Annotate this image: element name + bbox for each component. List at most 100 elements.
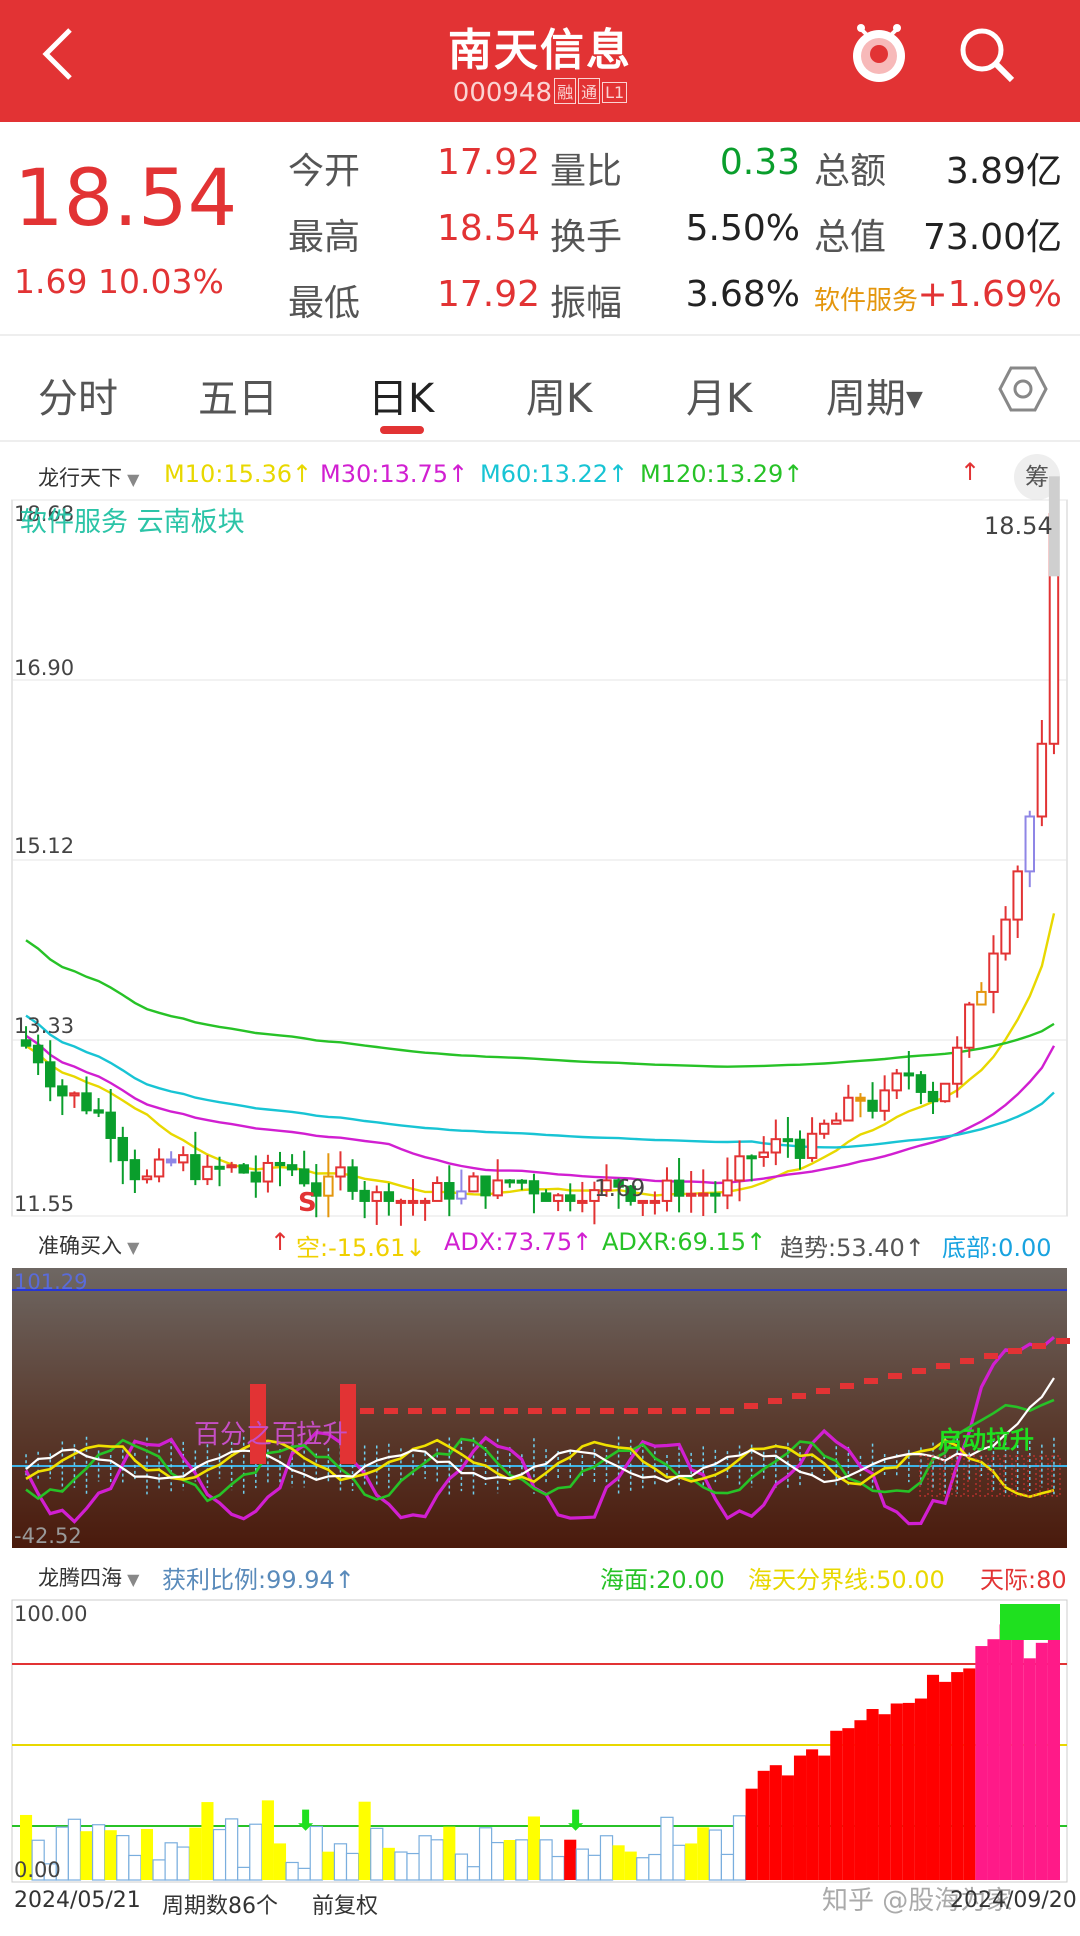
main-indicator-name: 龙行天下 bbox=[38, 466, 122, 490]
candle-body bbox=[165, 1158, 177, 1164]
sub2-bar bbox=[67, 1818, 82, 1881]
sub2-bar bbox=[309, 1825, 323, 1881]
sub2-bar bbox=[297, 1867, 311, 1881]
candle-body bbox=[976, 990, 987, 1006]
tag-tong: 通 bbox=[578, 78, 601, 104]
search-icon[interactable] bbox=[956, 24, 1016, 84]
candle-body bbox=[347, 1166, 358, 1192]
candle-body bbox=[32, 1044, 44, 1064]
sub2-bar bbox=[224, 1818, 239, 1881]
board-label: 软件服务 云南板块 bbox=[20, 507, 245, 538]
candle-body bbox=[214, 1165, 225, 1170]
sub2-bar bbox=[914, 1698, 927, 1880]
candle-body bbox=[238, 1164, 249, 1174]
candle-body bbox=[456, 1190, 467, 1200]
caret-down-icon: ▼ bbox=[122, 470, 140, 489]
sub2-profit-ratio: 获利比例:99.94↑ bbox=[162, 1566, 355, 1594]
ma60-label: M60:13.22↑ bbox=[480, 460, 629, 488]
value-amplitude: 3.68% bbox=[685, 274, 800, 315]
sub1-red-mark bbox=[408, 1408, 422, 1414]
candle-body bbox=[734, 1155, 745, 1182]
tab-period-dropdown[interactable]: 周期▼ bbox=[826, 366, 923, 424]
value-volume-ratio: 0.33 bbox=[719, 142, 800, 183]
sub2-bar bbox=[503, 1840, 516, 1880]
ma120-label: M120:13.29↑ bbox=[640, 460, 804, 488]
sub1-red-mark bbox=[552, 1408, 566, 1414]
down-arrow-icon: ⬇ bbox=[294, 1804, 317, 1837]
label-high: 最高 bbox=[288, 217, 361, 258]
sub1-red-mark bbox=[816, 1388, 830, 1394]
sub2-bar bbox=[430, 1839, 444, 1881]
candle-body bbox=[698, 1192, 709, 1197]
change-percent: 10.03% bbox=[97, 262, 224, 301]
sub1-annotation: 拉升 bbox=[296, 1420, 349, 1450]
candle-body bbox=[746, 1155, 757, 1160]
label-turnover-rate: 换手 bbox=[550, 217, 623, 258]
sub1-red-mark bbox=[600, 1408, 614, 1414]
adjust-mode[interactable]: 前复权 bbox=[312, 1888, 378, 1920]
candle-body bbox=[540, 1192, 552, 1202]
sector-link[interactable]: 软件服务 bbox=[814, 280, 918, 317]
candle-body bbox=[129, 1159, 141, 1181]
sub1-red-mark bbox=[1015, 1455, 1025, 1497]
caret-down-icon: ▼ bbox=[122, 1238, 140, 1257]
sub2-bar bbox=[116, 1834, 130, 1881]
tab-period-label: 周期 bbox=[826, 376, 906, 422]
candle-body bbox=[685, 1192, 697, 1197]
tab-five-day[interactable]: 五日 bbox=[198, 366, 278, 424]
sub2-boundary-line: 海天分界线:50.00 bbox=[748, 1566, 945, 1594]
candle-body bbox=[298, 1168, 310, 1185]
candle-body bbox=[226, 1164, 237, 1169]
sub2-y-bottom: 0.00 bbox=[14, 1858, 61, 1882]
sector-change: +1.69% bbox=[917, 274, 1062, 315]
tab-monthly-k[interactable]: 月K bbox=[686, 366, 752, 424]
sub2-sea-level: 海面:20.00 bbox=[600, 1566, 725, 1594]
sub2-bar bbox=[975, 1646, 988, 1880]
tab-weekly-k[interactable]: 周K bbox=[526, 366, 592, 424]
sub2-bar bbox=[902, 1702, 915, 1880]
candle-body bbox=[262, 1161, 274, 1183]
main-indicator-selector[interactable]: 龙行天下 ▼ bbox=[38, 462, 139, 492]
sub1-red-mark bbox=[1051, 1455, 1061, 1497]
sub2-bar bbox=[515, 1839, 529, 1881]
sub2-bar bbox=[636, 1857, 650, 1881]
sub2-indicator-selector[interactable]: 龙腾四海 ▼ bbox=[38, 1562, 139, 1592]
sub2-bar bbox=[587, 1854, 602, 1881]
tab-daily-k[interactable]: 日K bbox=[368, 366, 434, 424]
price-change: 1.69 10.03% bbox=[14, 262, 224, 301]
sub1-y-top: 101.29 bbox=[14, 1270, 88, 1294]
sub2-bar bbox=[382, 1847, 395, 1880]
down-arrow-icon: ⬇ bbox=[564, 1804, 587, 1837]
sub2-bar bbox=[999, 1624, 1012, 1880]
y-tick: 15.12 bbox=[14, 834, 75, 858]
candle-body bbox=[843, 1096, 854, 1122]
chip-distribution-button[interactable]: 筹 bbox=[1014, 454, 1060, 500]
sub2-bar bbox=[249, 1823, 263, 1881]
stock-code-line: 000948 融通 L1 bbox=[0, 78, 1080, 108]
sub2-bar bbox=[285, 1861, 299, 1881]
sub1-kong-value: 空:-15.61↓ bbox=[296, 1234, 426, 1262]
period-tabs: 分时 五日 日K 周K 月K 周期▼ bbox=[0, 338, 1080, 442]
sub1-red-mark bbox=[432, 1408, 446, 1414]
candle-body bbox=[649, 1199, 661, 1204]
sub1-indicator-selector[interactable]: 准确买入 ▼ bbox=[38, 1230, 139, 1260]
value-high: 18.54 bbox=[436, 208, 540, 249]
candle-body bbox=[673, 1179, 685, 1197]
tab-intraday[interactable]: 分时 bbox=[38, 366, 118, 424]
sub2-bar bbox=[987, 1639, 1000, 1880]
sub1-red-mark bbox=[480, 1408, 494, 1414]
candle-body bbox=[69, 1092, 80, 1097]
sub2-bar bbox=[842, 1728, 855, 1880]
candle-body bbox=[577, 1199, 588, 1204]
candle-body bbox=[468, 1175, 479, 1193]
tag-rong: 融 bbox=[554, 78, 577, 104]
sub2-bar bbox=[1011, 1622, 1024, 1880]
caret-down-icon: ▼ bbox=[122, 1570, 140, 1589]
sub2-bar bbox=[769, 1765, 782, 1880]
sub1-red-mark bbox=[648, 1408, 662, 1414]
app-header: 南天信息 000948 融通 L1 bbox=[0, 0, 1080, 122]
sub2-bar bbox=[551, 1855, 565, 1881]
sub2-bar bbox=[1035, 1642, 1048, 1880]
sub2-bar bbox=[866, 1709, 879, 1880]
mascot-icon[interactable] bbox=[848, 20, 910, 86]
